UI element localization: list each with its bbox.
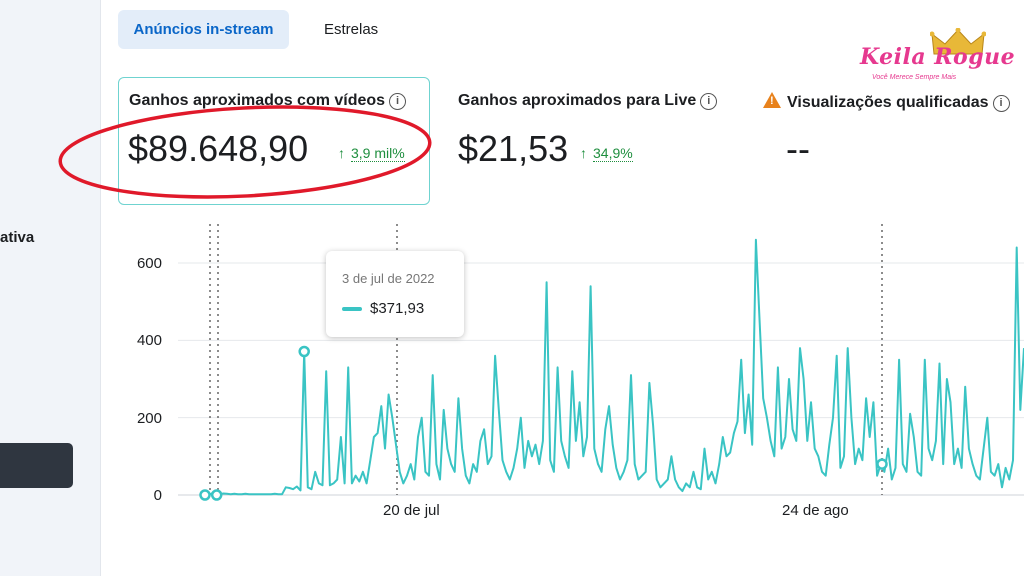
data-point[interactable] [298, 345, 310, 358]
y-tick-label: 0 [153, 487, 162, 504]
data-point[interactable] [210, 489, 223, 501]
tooltip-date: 3 de jul de 2022 [342, 271, 435, 286]
tooltip-series-swatch [342, 307, 362, 311]
x-tick-label: 24 de ago [782, 502, 849, 519]
chart-event-markers [209, 224, 883, 495]
y-tick-label: 600 [136, 255, 162, 272]
y-tick-label: 400 [136, 332, 162, 349]
chart-tooltip: 3 de jul de 2022 $371,93 [326, 251, 464, 337]
highlight-circle [58, 105, 432, 199]
tooltip-value: $371,93 [370, 300, 425, 317]
y-tick-label: 200 [136, 410, 162, 427]
x-tick-label: 20 de jul [383, 502, 440, 519]
data-point[interactable] [199, 489, 211, 501]
data-point[interactable] [876, 458, 888, 470]
